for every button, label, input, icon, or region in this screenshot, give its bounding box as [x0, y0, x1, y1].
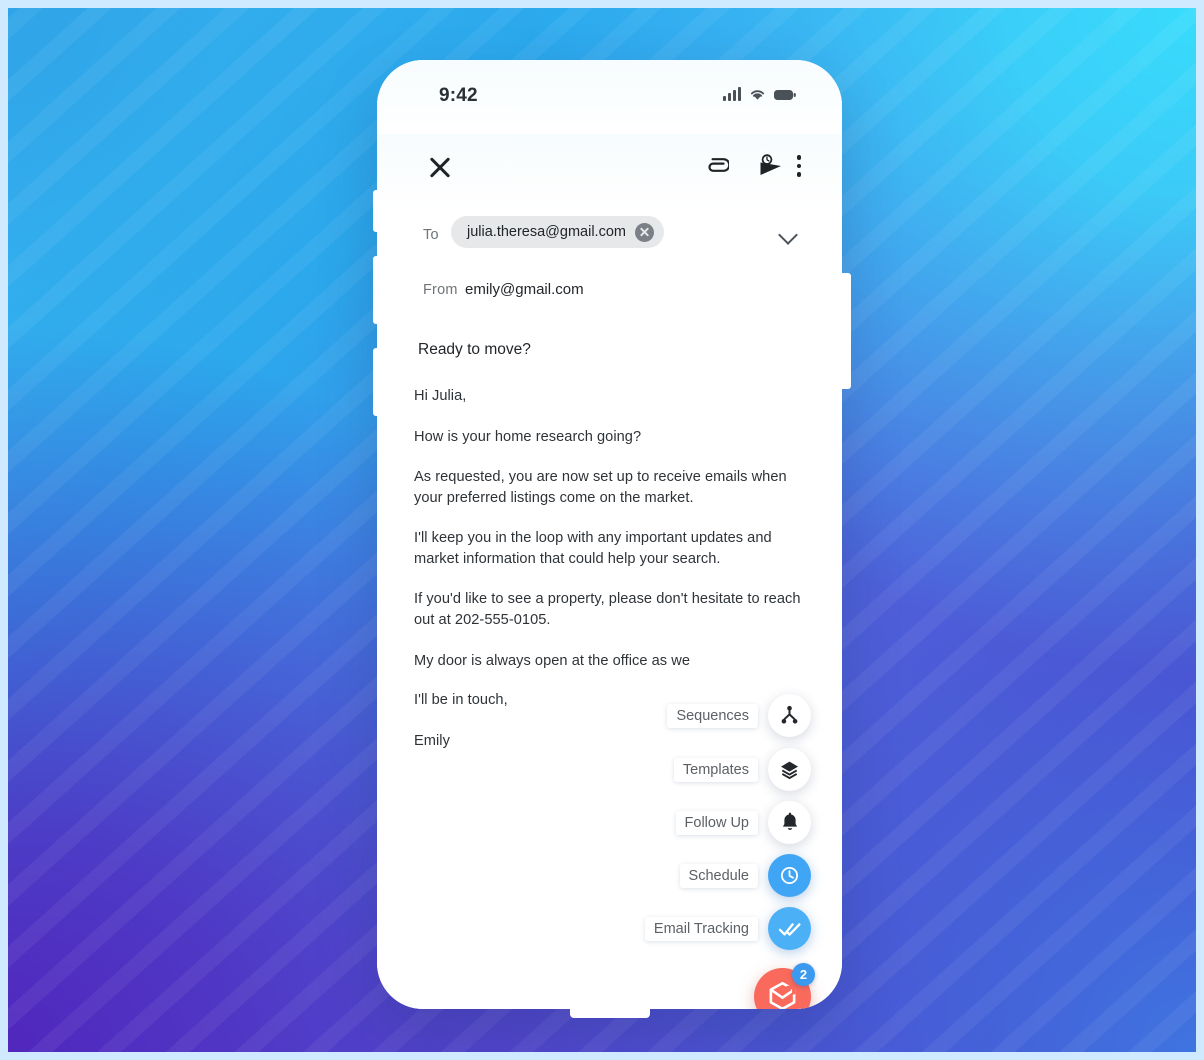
- action-templates[interactable]: Templates: [673, 748, 811, 791]
- attach-file-icon[interactable]: [696, 146, 736, 186]
- action-sequences[interactable]: Sequences: [667, 694, 811, 737]
- recipient-chip[interactable]: julia.theresa@gmail.com: [451, 216, 664, 248]
- body-paragraph: Hi Julia,: [414, 388, 467, 404]
- phone-side-button-power: [841, 273, 851, 389]
- phone-screen: 9:42 To julia.theresa@gmail.com From emi…: [377, 60, 842, 1009]
- to-field-row[interactable]: To julia.theresa@gmail.com: [377, 210, 842, 266]
- body-paragraph: If you'd like to see a property, please …: [414, 591, 801, 628]
- signal-bars-icon: [723, 86, 741, 101]
- background-canvas: 9:42 To julia.theresa@gmail.com From emi…: [8, 8, 1196, 1052]
- status-bar-icons: [723, 86, 796, 101]
- battery-icon: [774, 90, 796, 100]
- action-follow-up[interactable]: Follow Up: [675, 801, 811, 844]
- mailsuite-logo-icon[interactable]: 2: [754, 963, 815, 1009]
- clock-icon[interactable]: [768, 854, 811, 897]
- recipient-chip-label: julia.theresa@gmail.com: [467, 224, 626, 240]
- chevron-down-icon[interactable]: [778, 224, 800, 246]
- action-email-tracking-label[interactable]: Email Tracking: [644, 916, 758, 941]
- action-templates-label[interactable]: Templates: [673, 757, 758, 782]
- body-paragraph: My door is always open at the office as …: [414, 652, 691, 669]
- action-sequences-label[interactable]: Sequences: [667, 703, 758, 728]
- compose-toolbar: [377, 134, 842, 210]
- to-label: To: [423, 227, 439, 243]
- from-label: From: [423, 282, 458, 298]
- body-paragraph: As requested, you are now set up to rece…: [414, 469, 787, 506]
- close-icon[interactable]: [425, 152, 455, 182]
- action-schedule[interactable]: Schedule: [679, 854, 811, 897]
- from-value: emily@gmail.com: [465, 281, 584, 298]
- status-bar-clock: 9:42: [439, 85, 478, 106]
- double-check-icon[interactable]: [768, 907, 811, 950]
- bell-icon[interactable]: [768, 801, 811, 844]
- action-follow-up-label[interactable]: Follow Up: [675, 810, 758, 835]
- remove-recipient-icon[interactable]: [634, 222, 654, 242]
- body-paragraph: I'll keep you in the loop with any impor…: [414, 530, 772, 567]
- action-schedule-label[interactable]: Schedule: [679, 863, 758, 888]
- phone-mockup: 9:42 To julia.theresa@gmail.com From emi…: [373, 60, 851, 1018]
- layers-stack-icon[interactable]: [768, 748, 811, 791]
- action-email-tracking[interactable]: Email Tracking: [644, 907, 811, 950]
- more-options-icon[interactable]: [779, 146, 819, 186]
- wifi-icon: [750, 90, 765, 100]
- sequences-branch-icon[interactable]: [768, 694, 811, 737]
- subject-value: Ready to move?: [418, 341, 531, 358]
- from-field-row[interactable]: From emily@gmail.com: [377, 266, 842, 322]
- body-paragraph: How is your home research going?: [414, 428, 642, 445]
- status-bar: 9:42: [377, 60, 842, 134]
- notification-badge: 2: [792, 963, 815, 986]
- subject-field-row[interactable]: Ready to move?: [377, 322, 842, 386]
